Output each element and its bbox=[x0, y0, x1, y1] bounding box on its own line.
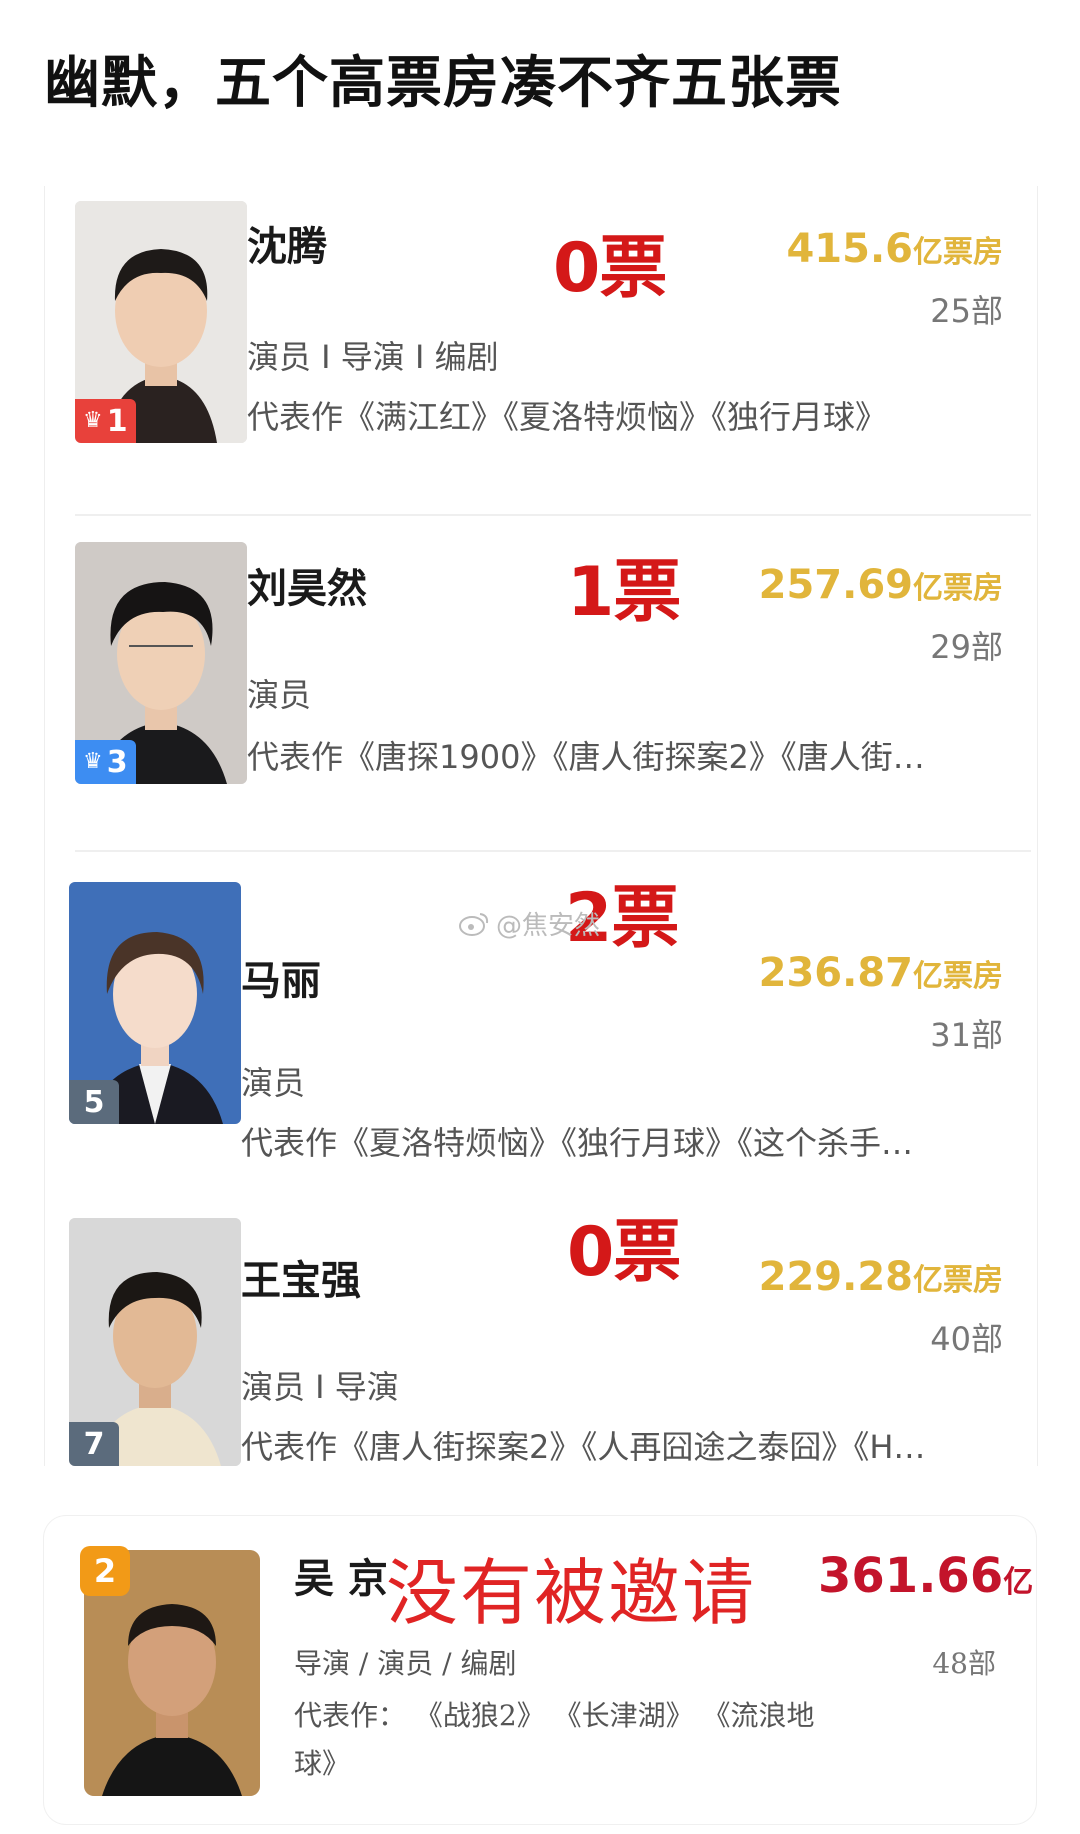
list-item[interactable]: ♛ 3 刘昊然 1票 257.69亿票房 29部 演员 代表作《唐探1900》《… bbox=[45, 522, 1037, 852]
roles-text: 演员 I 导演 bbox=[241, 1368, 399, 1406]
actor-name: 刘昊然 bbox=[247, 566, 367, 612]
crown-icon: ♛ bbox=[83, 408, 103, 433]
crown-icon: ♛ bbox=[83, 749, 103, 774]
representative-works: 代表作《满江红》《夏洛特烦恼》《独行月球》 bbox=[247, 398, 888, 436]
representative-works: 代表作《唐探1900》《唐人街探案2》《唐人街… bbox=[247, 738, 925, 776]
actor-name: 马丽 bbox=[241, 958, 321, 1004]
boxoffice-total: 257.69亿票房 bbox=[758, 562, 1003, 608]
avatar: ♛ 3 bbox=[75, 542, 247, 784]
roles-text: 演员 bbox=[247, 676, 312, 714]
representative-works: 代表作《唐人街探案2》《人再囧途之泰囧》《H… bbox=[241, 1428, 926, 1466]
list-item[interactable]: ♛ 1 沈腾 0票 415.6亿票房 25部 演员 I 导演 I 编剧 代表作《… bbox=[45, 186, 1037, 516]
rank-badge: ♛ 1 bbox=[75, 399, 136, 443]
avatar: ♛ 1 bbox=[75, 201, 247, 443]
not-invited-annotation: 没有被邀请 bbox=[386, 1551, 757, 1635]
roles-text: 导演 / 演员 / 编剧 bbox=[294, 1647, 517, 1680]
rank-badge: ♛ 3 bbox=[75, 740, 136, 784]
actor-name: 吴 京 bbox=[294, 1555, 388, 1602]
weibo-icon bbox=[458, 911, 490, 937]
film-count: 40部 bbox=[930, 1320, 1003, 1358]
list-item[interactable]: 7 王宝强 0票 229.28亿票房 40部 演员 I 导演 代表作《唐人街探案… bbox=[45, 1188, 1037, 1466]
vote-count: 1票 bbox=[567, 553, 681, 632]
actor-name: 沈腾 bbox=[247, 224, 327, 270]
roles-text: 演员 I 导演 I 编剧 bbox=[247, 338, 499, 376]
actor-name: 王宝强 bbox=[241, 1258, 361, 1304]
boxoffice-total: 236.87亿票房 bbox=[758, 950, 1003, 996]
rank-badge: 5 bbox=[69, 1080, 119, 1124]
watermark: @焦安然 bbox=[458, 905, 600, 942]
film-count: 25部 bbox=[930, 292, 1003, 330]
rank-badge: 2 bbox=[80, 1546, 130, 1596]
roles-text: 演员 bbox=[241, 1064, 306, 1102]
avatar: 7 bbox=[69, 1218, 241, 1466]
film-count: 29部 bbox=[930, 628, 1003, 666]
vote-count: 0票 bbox=[553, 229, 667, 308]
representative-works: 代表作《夏洛特烦恼》《独行月球》《这个杀手… bbox=[241, 1124, 914, 1162]
vote-count: 0票 bbox=[567, 1213, 681, 1292]
film-count: 31部 bbox=[930, 1016, 1003, 1054]
page-title: 幽默，五个高票房凑不齐五张票 bbox=[44, 51, 842, 116]
divider bbox=[75, 850, 1031, 852]
boxoffice-total: 415.6亿票房 bbox=[786, 226, 1003, 272]
representative-works: 代表作： 《战狼2》 《长津湖》 《流浪地 bbox=[294, 1699, 815, 1732]
avatar: 5 bbox=[69, 882, 241, 1124]
film-count: 48部 bbox=[932, 1647, 996, 1680]
divider bbox=[75, 514, 1031, 516]
boxoffice-total: 229.28亿票房 bbox=[758, 1254, 1003, 1300]
rank-badge: 7 bbox=[69, 1422, 119, 1466]
ranking-list: ♛ 1 沈腾 0票 415.6亿票房 25部 演员 I 导演 I 编剧 代表作《… bbox=[44, 186, 1038, 1466]
representative-works-continued: 球》 bbox=[294, 1747, 351, 1780]
boxoffice-total: 361.66亿 bbox=[818, 1548, 1034, 1604]
